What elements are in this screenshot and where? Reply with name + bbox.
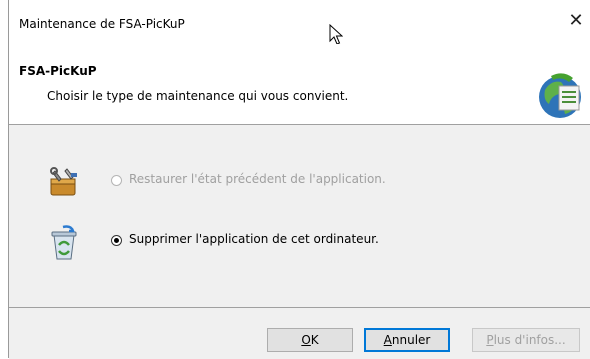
product-name: FSA-PicKuP (19, 64, 97, 78)
remove-label: Supprimer l'application de cet ordinateu… (129, 232, 379, 246)
mouse-cursor-icon (329, 24, 343, 45)
remove-radio[interactable] (111, 235, 122, 246)
more-rest: lus d'infos... (493, 333, 566, 347)
window-title: Maintenance de FSA-PicKuP (19, 17, 185, 31)
more-info-button[interactable]: Plus d'infos... (472, 328, 580, 352)
title-bar: Maintenance de FSA-PicKuP ✕ (9, 0, 590, 45)
header-subtitle: Choisir le type de maintenance qui vous … (47, 89, 349, 103)
ok-accel: O (301, 333, 311, 347)
restore-label: Restaurer l'état précédent de l'applicat… (129, 172, 386, 186)
close-icon: ✕ (568, 10, 584, 31)
cancel-accel: A (383, 333, 392, 347)
repair-toolbox-icon (50, 167, 77, 196)
maintenance-dialog: Maintenance de FSA-PicKuP ✕ FSA-PicKuP C… (8, 0, 590, 359)
options-panel: Restaurer l'état précédent de l'applicat… (9, 125, 590, 307)
cancel-rest: nnuler (391, 333, 431, 347)
ok-button[interactable]: OK (267, 328, 353, 352)
ok-rest: K (310, 333, 319, 347)
button-bar: OK Annuler Plus d'infos... (9, 307, 590, 359)
close-button[interactable]: ✕ (561, 6, 590, 36)
restore-radio[interactable] (111, 175, 122, 186)
option-remove: Supprimer l'application de cet ordinateu… (9, 223, 590, 263)
option-restore: Restaurer l'état précédent de l'applicat… (9, 163, 590, 203)
more-accel: P (486, 333, 494, 347)
cancel-button[interactable]: Annuler (364, 328, 450, 352)
recycle-bin-icon (51, 225, 77, 260)
installer-globe-icon (539, 73, 581, 118)
dialog-header: FSA-PicKuP Choisir le type de maintenanc… (9, 44, 590, 125)
